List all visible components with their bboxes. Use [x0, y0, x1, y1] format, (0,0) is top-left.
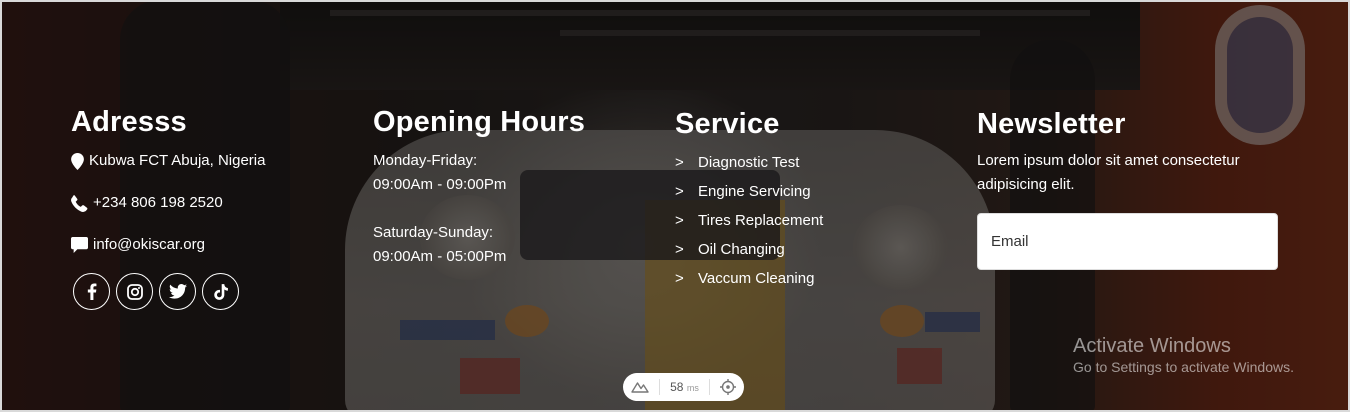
page-frame: [0, 0, 1350, 412]
